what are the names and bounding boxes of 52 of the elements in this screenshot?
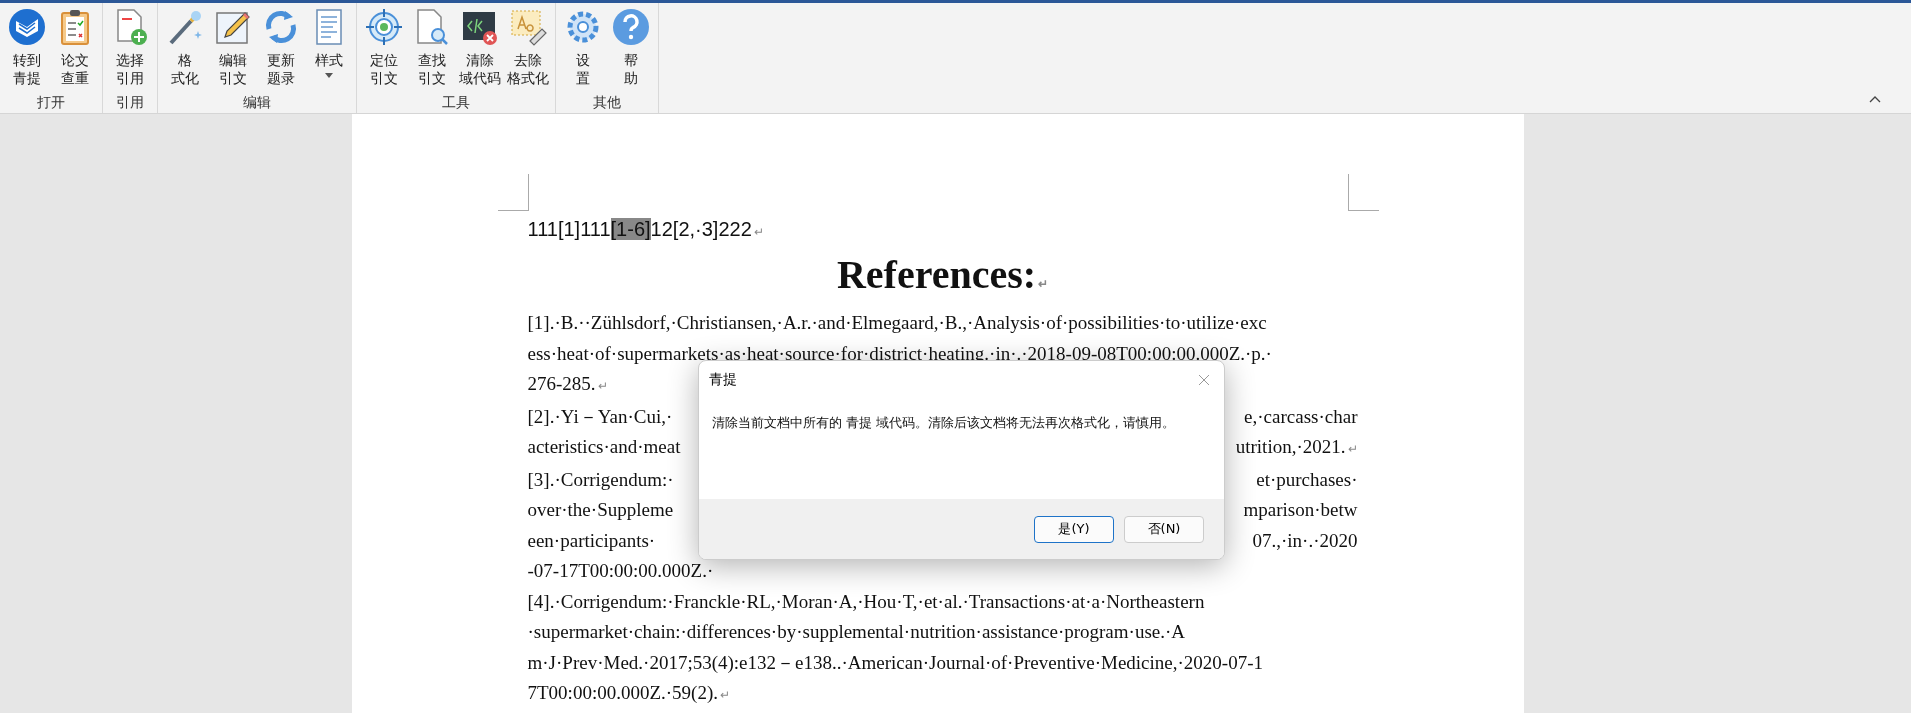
reference-text: [4].·Corrigendum:·Franckle·RL,·Moran·A,·Hou·T,·et·al.·Transactions·at·a·Northeastern <box>527 589 1205 614</box>
ribbon-button[interactable]: 去除 格式化 <box>504 3 552 93</box>
dialog-title: 青提 <box>709 371 737 389</box>
ribbon-button[interactable]: 清除 域代码 <box>456 3 504 93</box>
ribbon-button[interactable]: 论文 查重 <box>51 3 99 93</box>
reference-text: et·purchases· <box>1256 467 1358 492</box>
dialog-button[interactable]: 是(Y) <box>1034 515 1114 543</box>
logo-icon <box>7 7 47 47</box>
reference-text: utrition,·2021.↵ <box>1235 435 1358 459</box>
ribbon-button[interactable]: 格 式化 <box>161 3 209 93</box>
body-text: 12[2,·3]222↵ <box>650 218 764 240</box>
reference-text: over·the·Suppleme <box>527 498 674 522</box>
ribbon-button[interactable]: 帮 助 <box>607 3 655 93</box>
margin-corner-mark <box>497 174 529 211</box>
group-label: 引用 <box>115 93 145 112</box>
reference-text: -07-17T00:00:00.000Z.· <box>527 559 714 583</box>
reference-text: [1].·B.··Zühlsdorf,·Christiansen,·A.r.·and·Elmegaard,·B.,·Analysis·of·possibilities·to·utilize·exc <box>527 311 1267 335</box>
group-label: 其他 <box>592 93 622 112</box>
ribbon-button[interactable]: 设 置 <box>559 3 607 93</box>
reference-text: ess·heat·of·supermarkets·as·heat·source·for·district·heating.·in·.·2018-09-08T00:00:00.000Z.·p.· <box>527 341 1272 366</box>
references-heading: References:↵ <box>835 251 1050 299</box>
reference-text: mparison·betw <box>1243 498 1358 522</box>
reference-text: e,·carcass·char <box>1244 404 1358 429</box>
reference-text: ·supermarket·chain:·differences·by·supplemental·nutrition·assistance·program·use.·A <box>527 620 1186 644</box>
ribbon-button[interactable]: 选择 引用 <box>106 3 154 93</box>
body-text: 111[1]111 <box>527 218 611 240</box>
reference-text: een·participants· <box>527 528 656 553</box>
reference-text: [2].·Yi－Yan·Cui,· <box>527 404 673 429</box>
eraser-icon <box>508 7 548 47</box>
ribbon-button[interactable]: 查找 引文 <box>408 3 456 93</box>
reference-text: m·J·Prev·Med.·2017;53(4):e132－e138..·American·Journal·of·Preventive·Medicine,·2020-07-1 <box>527 650 1263 675</box>
ribbon-button[interactable]: 样式 <box>305 3 353 93</box>
collapse-ribbon-icon[interactable] <box>1869 95 1881 103</box>
close-icon[interactable] <box>1198 374 1210 386</box>
reference-text: 07.,·in·.·2020 <box>1252 528 1358 553</box>
selected-citation[interactable]: [1-6] <box>610 218 651 240</box>
group-label: 工具 <box>441 93 471 112</box>
ribbon-button[interactable]: 转到 青提 <box>3 3 51 93</box>
group-label: 编辑 <box>242 93 272 112</box>
target-icon <box>364 7 404 47</box>
dialog-message: 清除当前文档中所有的 青提 域代码。清除后该文档将无法再次格式化，请慎用。 <box>711 414 1176 432</box>
help-icon <box>611 7 651 47</box>
reference-text: [3].·Corrigendum:· <box>527 467 674 492</box>
ribbon-button[interactable]: 更新 题录 <box>257 3 305 93</box>
margin-corner-mark <box>1347 174 1379 211</box>
ribbon-button[interactable]: 定位 引文 <box>360 3 408 93</box>
ribbon-button[interactable]: 编辑 引文 <box>209 3 257 93</box>
reference-text: 276-285.↵ <box>527 372 608 396</box>
reference-text: 7T00:00:00.000Z.·59(2).↵ <box>527 681 730 705</box>
dialog-button[interactable]: 否(N) <box>1124 515 1204 543</box>
group-label: 打开 <box>36 93 66 112</box>
reference-text: acteristics·and·meat <box>527 435 681 459</box>
